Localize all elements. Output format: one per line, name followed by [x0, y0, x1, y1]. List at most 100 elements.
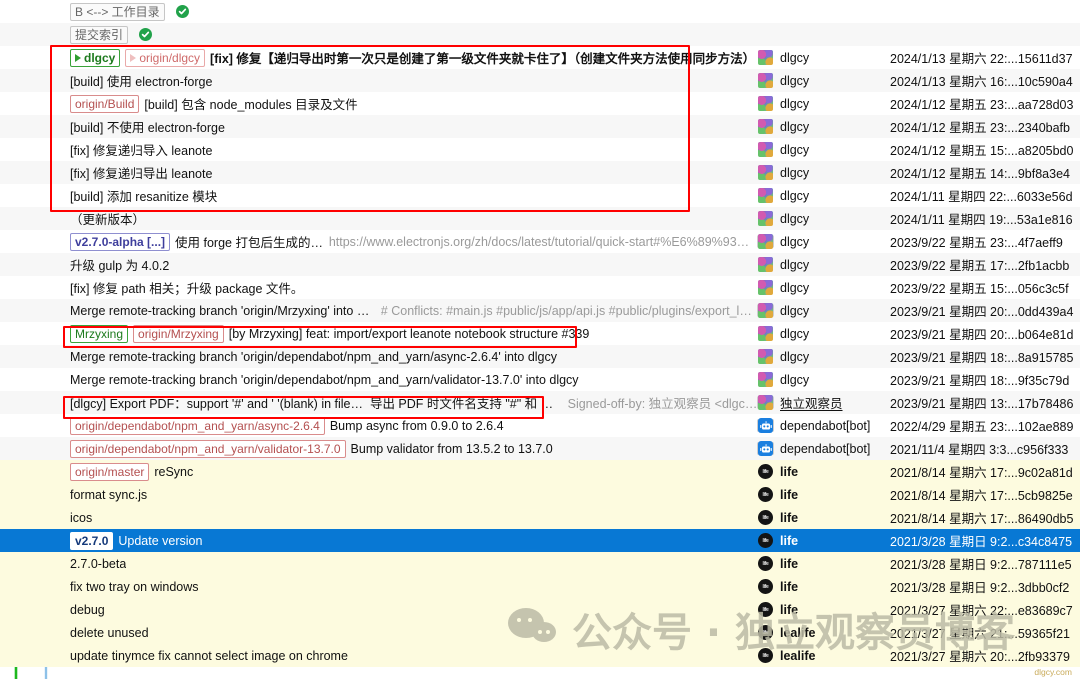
date-text: 2023/9/21 星期四 20:...0dd439a4: [890, 305, 1074, 319]
ref-badge[interactable]: B <--> 工作目录: [70, 2, 165, 21]
commit-message: [build] 使用 electron-forge: [70, 75, 213, 89]
remote-branch-badge[interactable]: origin/Build: [70, 94, 140, 113]
remote-branch-badge[interactable]: origin/dependabot/npm_and_yarn/async-2.6…: [70, 416, 325, 435]
local-branch-badge[interactable]: Mrzyxing: [70, 324, 129, 343]
table-row[interactable]: Merge remote-tracking branch 'origin/dep…: [0, 345, 1080, 368]
commit-subject-cell[interactable]: Merge remote-tracking branch 'origin/dep…: [62, 345, 758, 368]
remote-branch-badge[interactable]: origin/dependabot/npm_and_yarn/validator…: [70, 439, 346, 458]
commit-subject-cell[interactable]: origin/master reSync: [62, 460, 758, 483]
date-cell: 2023/9/21 星期四 18:...8a915785: [890, 345, 1074, 368]
table-row[interactable]: Merge remote-tracking branch 'origin/dep…: [0, 368, 1080, 391]
commit-message: 升级 gulp 为 4.0.2: [70, 259, 170, 273]
table-row[interactable]: 2.7.0-beta life life 2021/3/28 星期日 9:2...78…: [0, 552, 1080, 575]
author-name: life: [780, 487, 799, 502]
date-text: 2021/11/4 星期四 3:3...c956f333: [890, 443, 1069, 457]
table-row[interactable]: [build] 不使用 electron-forge dlgcy 2024/1/12…: [0, 115, 1080, 138]
git-history-window: B <--> 工作目录 提交索引 dlgcy origin/dlgcy [fix] 修复…: [0, 0, 1080, 679]
table-row[interactable]: 提交索引: [0, 23, 1080, 46]
commit-subject-cell[interactable]: 升级 gulp 为 4.0.2: [62, 253, 758, 276]
commit-message: Bump validator from 13.5.2 to 13.7.0: [350, 441, 553, 456]
commit-subject-cell[interactable]: Mrzyxing origin/Mrzyxing [by Mrzyxing] fea…: [62, 322, 758, 345]
commit-subject-cell[interactable]: origin/dependabot/npm_and_yarn/validator…: [62, 437, 758, 460]
table-row[interactable]: origin/Build [build] 包含 node_modules 目录及文…: [0, 92, 1080, 115]
commit-subject-cell[interactable]: 2.7.0-beta: [62, 552, 758, 575]
commit-message: Bump async from 0.9.0 to 2.6.4: [329, 418, 504, 433]
avatar-dlgcy: [758, 165, 773, 180]
tag-badge[interactable]: v2.7.0: [70, 531, 114, 550]
table-row[interactable]: [build] 使用 electron-forge dlgcy 2024/1/13 …: [0, 69, 1080, 92]
commit-subject-cell[interactable]: fix two tray on windows: [62, 575, 758, 598]
table-row[interactable]: origin/dependabot/npm_and_yarn/async-2.6…: [0, 414, 1080, 437]
author-name: dependabot[bot]: [780, 418, 871, 433]
commit-subject-cell[interactable]: origin/Build [build] 包含 node_modules 目录及文…: [62, 92, 758, 115]
date-cell: 2024/1/11 星期四 19:...53a1e816: [890, 207, 1074, 230]
commit-subject-cell[interactable]: [fix] 修复 path 相关；升级 package 文件。: [62, 276, 758, 299]
table-row[interactable]: dlgcy origin/dlgcy [fix] 修复【递归导出时第一次只是创建了第…: [0, 46, 1080, 69]
author-name: dlgcy: [780, 234, 810, 249]
avatar-dlgcy: [758, 211, 773, 226]
commit-subject-cell[interactable]: 提交索引: [62, 23, 758, 46]
commit-message: Merge remote-tracking branch 'origin/dep…: [70, 349, 557, 364]
date-cell: 2023/9/21 星期四 20:...0dd439a4: [890, 299, 1074, 322]
commit-subject-cell[interactable]: format sync.js: [62, 483, 758, 506]
table-row[interactable]: [fix] 修复递归导入 leanote dlgcy 2024/1/12 星期五 1…: [0, 138, 1080, 161]
table-row[interactable]: Merge remote-tracking branch 'origin/Mrz…: [0, 299, 1080, 322]
author-name: dlgcy: [780, 165, 810, 180]
commit-subject-cell[interactable]: Merge remote-tracking branch 'origin/dep…: [62, 368, 758, 391]
date-cell: [890, 23, 1074, 46]
remote-branch-badge[interactable]: origin/master: [70, 462, 150, 481]
author-cell: life life: [758, 483, 888, 506]
commit-message: （更新版本）: [70, 213, 146, 227]
commit-subject-cell[interactable]: [build] 使用 electron-forge: [62, 69, 758, 92]
table-row[interactable]: （更新版本） dlgcy 2024/1/11 星期四 19:...53a1e816: [0, 207, 1080, 230]
remote-branch-badge[interactable]: origin/dlgcy: [125, 48, 206, 67]
table-row[interactable]: [build] 添加 resanitize 模块 dlgcy 2024/1/11 星…: [0, 184, 1080, 207]
remote-branch-badge[interactable]: origin/Mrzyxing: [133, 324, 224, 343]
check-icon: [175, 5, 189, 18]
date-cell: 2023/9/21 星期四 13:...17b78486: [890, 391, 1074, 414]
local-branch-badge[interactable]: dlgcy: [70, 48, 121, 67]
table-row[interactable]: [fix] 修复递归导出 leanote dlgcy 2024/1/12 星期五 1…: [0, 161, 1080, 184]
author-name: dlgcy: [780, 326, 810, 341]
table-row[interactable]: origin/dependabot/npm_and_yarn/validator…: [0, 437, 1080, 460]
commit-subject-cell[interactable]: B <--> 工作目录: [62, 0, 758, 23]
table-row[interactable]: v2.7.0-alpha [...] 使用 forge 打包后生成的内容 https…: [0, 230, 1080, 253]
avatar-life: life: [758, 464, 773, 479]
table-row[interactable]: Mrzyxing origin/Mrzyxing [by Mrzyxing] fea…: [0, 322, 1080, 345]
table-row[interactable]: v2.7.0 Update version life life 2021/3/28 星期…: [0, 529, 1080, 552]
commit-subject-cell[interactable]: （更新版本）: [62, 207, 758, 230]
table-row[interactable]: format sync.js life life 2021/8/14 星期六 17:.…: [0, 483, 1080, 506]
commit-subject-cell[interactable]: v2.7.0 Update version: [62, 529, 758, 552]
date-cell: 2021/8/14 星期六 17:...86490db5: [890, 506, 1074, 529]
author-cell: life life: [758, 506, 888, 529]
commit-subject-cell[interactable]: [build] 不使用 electron-forge: [62, 115, 758, 138]
commit-subject-cell[interactable]: [fix] 修复递归导入 leanote: [62, 138, 758, 161]
ref-badge[interactable]: 提交索引: [70, 25, 129, 44]
commit-subject-cell[interactable]: [fix] 修复递归导出 leanote: [62, 161, 758, 184]
date-text: 2021/8/14 星期六 17:...5cb9825e: [890, 489, 1073, 503]
commit-subject-cell[interactable]: [dlgcy] Export PDF：support '#' and ' '(b…: [62, 391, 758, 414]
commit-subject-cell[interactable]: v2.7.0-alpha [...] 使用 forge 打包后生成的内容 https…: [62, 230, 758, 253]
commit-subject-cell[interactable]: origin/dependabot/npm_and_yarn/async-2.6…: [62, 414, 758, 437]
commit-message: Merge remote-tracking branch 'origin/Mrz…: [70, 303, 376, 318]
commit-message: [build] 添加 resanitize 模块: [70, 190, 218, 204]
date-text: 2024/1/12 星期五 14:...9bf8a3e4: [890, 167, 1070, 181]
commit-subject-cell[interactable]: Merge remote-tracking branch 'origin/Mrz…: [62, 299, 758, 322]
table-row[interactable]: [fix] 修复 path 相关；升级 package 文件。 dlgcy 2023…: [0, 276, 1080, 299]
table-row[interactable]: icos life life 2021/8/14 星期六 17:...86490db5: [0, 506, 1080, 529]
date-text: 2021/8/14 星期六 17:...9c02a81d: [890, 466, 1073, 480]
commit-subject-cell[interactable]: icos: [62, 506, 758, 529]
table-row[interactable]: B <--> 工作目录: [0, 0, 1080, 23]
table-row[interactable]: origin/master reSync life life 2021/8/14 星期六…: [0, 460, 1080, 483]
tag-badge[interactable]: v2.7.0-alpha [...]: [70, 232, 171, 251]
badge-label: origin/dlgcy: [139, 50, 201, 65]
commit-subject-cell[interactable]: dlgcy origin/dlgcy [fix] 修复【递归导出时第一次只是创建了第…: [62, 46, 758, 69]
avatar-dlgcy: [758, 395, 773, 410]
avatar-dlgcy: [758, 96, 773, 111]
date-text: 2022/4/29 星期五 23:...102ae889: [890, 420, 1074, 434]
commit-subject-cell[interactable]: [build] 添加 resanitize 模块: [62, 184, 758, 207]
date-cell: 2022/4/29 星期五 23:...102ae889: [890, 414, 1074, 437]
table-row[interactable]: fix two tray on windows life life 2021/3/28…: [0, 575, 1080, 598]
table-row[interactable]: [dlgcy] Export PDF：support '#' and ' '(b…: [0, 391, 1080, 414]
table-row[interactable]: 升级 gulp 为 4.0.2 dlgcy 2023/9/22 星期五 17:...…: [0, 253, 1080, 276]
